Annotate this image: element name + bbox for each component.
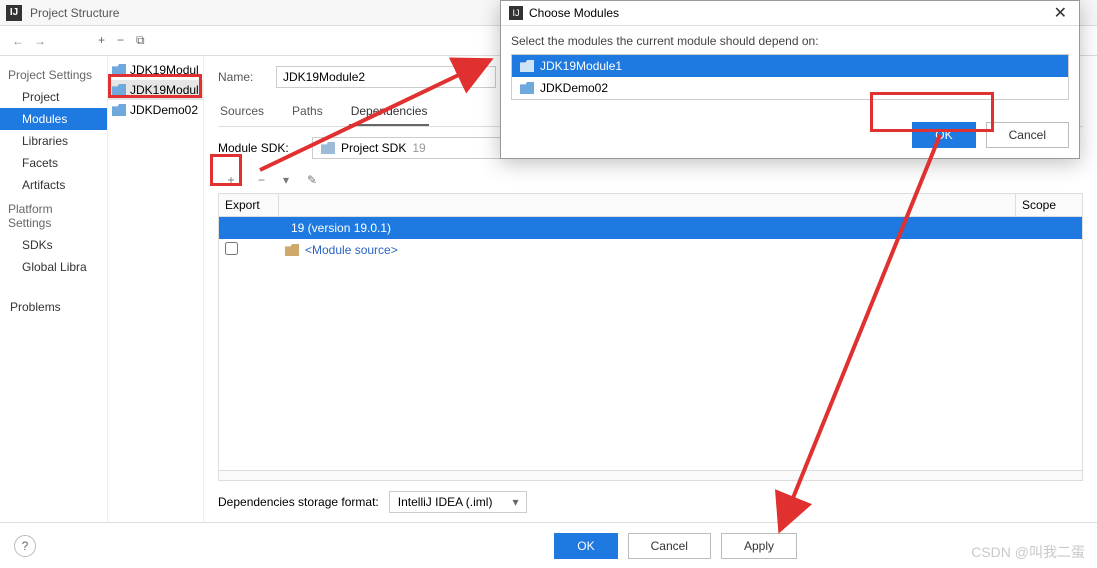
sidebar-item-global-libraries[interactable]: Global Libra bbox=[0, 256, 107, 278]
module-choice-item[interactable]: JDK19Module1 bbox=[512, 55, 1068, 77]
module-item[interactable]: JDKDemo02 bbox=[108, 100, 203, 120]
folder-icon bbox=[285, 244, 299, 256]
chevron-down-icon: ▾ bbox=[512, 495, 518, 509]
dialog-footer: ? OK Cancel Apply bbox=[0, 522, 1097, 568]
storage-format-label: Dependencies storage format: bbox=[218, 495, 379, 509]
list-tools: + − ⧉ bbox=[98, 33, 145, 48]
tab-dependencies[interactable]: Dependencies bbox=[349, 98, 430, 126]
col-export: Export bbox=[219, 194, 279, 216]
module-list: JDK19Modul JDK19Modul JDKDemo02 bbox=[108, 56, 204, 522]
dialog-titlebar: IJ Choose Modules ✕ bbox=[501, 1, 1079, 26]
apply-button[interactable]: Apply bbox=[721, 533, 797, 559]
sidebar-item-problems[interactable]: Problems bbox=[0, 296, 107, 318]
tab-paths[interactable]: Paths bbox=[290, 98, 325, 126]
add-icon[interactable]: + bbox=[98, 33, 105, 48]
sidebar-item-facets[interactable]: Facets bbox=[0, 152, 107, 174]
module-icon bbox=[520, 82, 534, 94]
module-icon bbox=[112, 64, 126, 76]
forward-icon[interactable]: → bbox=[34, 34, 46, 48]
close-icon[interactable]: ✕ bbox=[1050, 3, 1071, 23]
sidebar-item-modules[interactable]: Modules bbox=[0, 108, 107, 130]
dialog-title: Choose Modules bbox=[529, 6, 619, 20]
edit-dependency-icon[interactable]: ✎ bbox=[307, 173, 317, 187]
module-sdk-label: Module SDK: bbox=[218, 141, 300, 155]
add-dependency-button[interactable]: + bbox=[222, 171, 240, 189]
ok-button[interactable]: OK bbox=[554, 533, 617, 559]
dependencies-table: Export Scope 19 (version 19.0.1) <Module… bbox=[218, 193, 1083, 481]
sidebar-item-libraries[interactable]: Libraries bbox=[0, 130, 107, 152]
cancel-button[interactable]: Cancel bbox=[628, 533, 711, 559]
dialog-prompt: Select the modules the current module sh… bbox=[511, 34, 1069, 48]
module-choice-list: JDK19Module1 JDKDemo02 bbox=[511, 54, 1069, 100]
app-icon: IJ bbox=[509, 6, 523, 20]
module-icon bbox=[112, 84, 126, 96]
module-choice-item[interactable]: JDKDemo02 bbox=[512, 77, 1068, 99]
storage-format-dropdown[interactable]: IntelliJ IDEA (.iml) ▾ bbox=[389, 491, 528, 513]
module-name-input[interactable] bbox=[276, 66, 496, 88]
watermark: CSDN @叫我二蛋 bbox=[971, 542, 1085, 562]
dialog-ok-button[interactable]: OK bbox=[912, 122, 975, 148]
col-scope: Scope bbox=[1016, 194, 1082, 216]
dep-header: Export Scope bbox=[219, 194, 1082, 217]
module-icon bbox=[520, 60, 534, 72]
dialog-footer: OK Cancel bbox=[501, 112, 1079, 158]
nav-arrows: ← → bbox=[0, 34, 58, 48]
sdk-icon bbox=[321, 142, 335, 154]
module-icon bbox=[112, 104, 126, 116]
window-title: Project Structure bbox=[30, 6, 119, 20]
sidebar-header-project: Project Settings bbox=[0, 62, 107, 86]
sidebar-header-platform: Platform Settings bbox=[0, 196, 107, 234]
reorder-icon[interactable]: ▾ bbox=[283, 173, 289, 187]
choose-modules-dialog: IJ Choose Modules ✕ Select the modules th… bbox=[500, 0, 1080, 159]
help-button[interactable]: ? bbox=[14, 535, 36, 557]
module-item[interactable]: JDK19Modul bbox=[108, 60, 203, 80]
dep-row[interactable]: <Module source> bbox=[219, 239, 1082, 261]
copy-icon[interactable]: ⧉ bbox=[136, 33, 145, 48]
sidebar: Project Settings Project Modules Librari… bbox=[0, 56, 108, 522]
remove-icon[interactable]: − bbox=[117, 33, 124, 48]
remove-dependency-button[interactable]: − bbox=[258, 173, 265, 187]
module-item[interactable]: JDK19Modul bbox=[108, 80, 203, 100]
back-icon[interactable]: ← bbox=[12, 34, 24, 48]
sidebar-item-artifacts[interactable]: Artifacts bbox=[0, 174, 107, 196]
sidebar-item-sdks[interactable]: SDKs bbox=[0, 234, 107, 256]
export-checkbox[interactable] bbox=[225, 242, 238, 255]
dialog-cancel-button[interactable]: Cancel bbox=[986, 122, 1069, 148]
dep-toolbar: + − ▾ ✎ bbox=[218, 171, 1083, 189]
name-label: Name: bbox=[218, 70, 266, 84]
app-icon: IJ bbox=[6, 5, 22, 21]
tab-sources[interactable]: Sources bbox=[218, 98, 266, 126]
dep-row[interactable]: 19 (version 19.0.1) bbox=[219, 217, 1082, 239]
sidebar-item-project[interactable]: Project bbox=[0, 86, 107, 108]
